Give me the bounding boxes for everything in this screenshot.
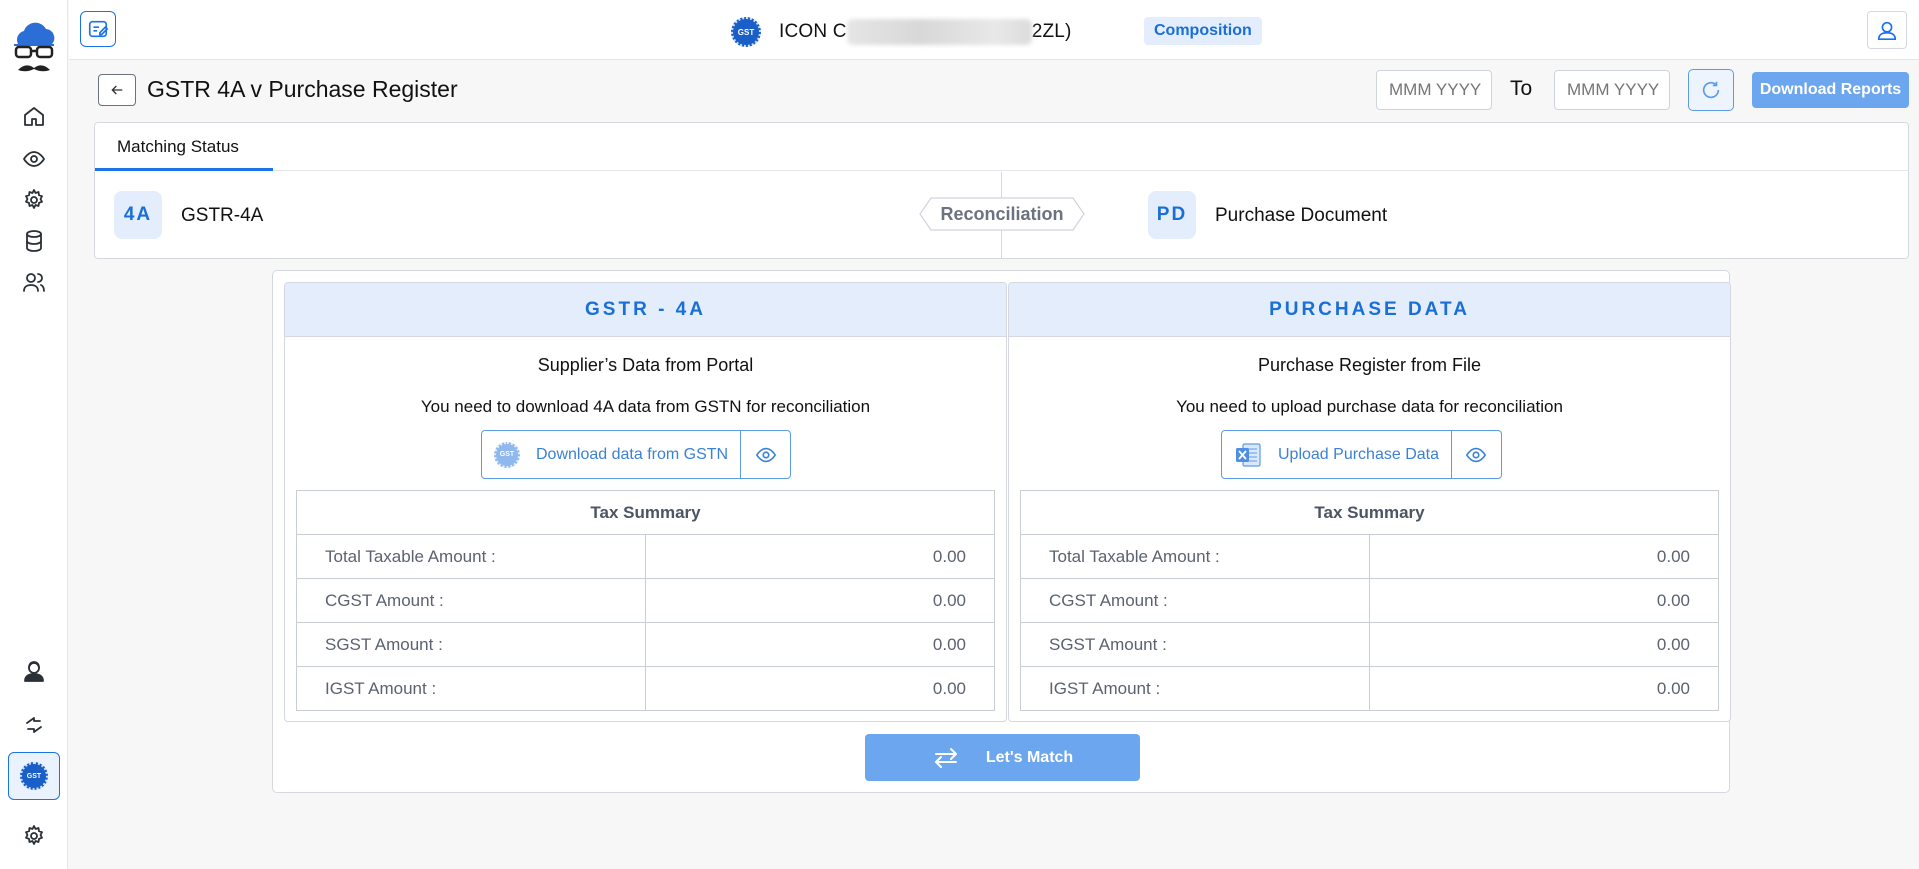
row-value: 0.00 xyxy=(1369,578,1719,623)
reconciliation-badge: Reconciliation xyxy=(919,197,1085,231)
top-header: GST ICON C2ZL) Composition NI xyxy=(69,0,1919,60)
company-name[interactable]: ICON C 2ZL) xyxy=(779,19,1072,45)
gst-badge-small: GST xyxy=(20,762,48,790)
purchase-tax-summary: Tax Summary Total Taxable Amount :0.00 C… xyxy=(1020,490,1719,711)
support-agent-icon[interactable] xyxy=(19,656,49,686)
gstr-4a-chip: 4A xyxy=(114,191,162,239)
row-value: 0.00 xyxy=(645,666,995,711)
row-value: 0.00 xyxy=(1369,622,1719,667)
swap-arrows-icon xyxy=(932,747,960,769)
table-row: CGST Amount :0.00 xyxy=(1020,578,1719,623)
company-name-start: ICON C xyxy=(779,21,847,43)
purchase-document-label: Purchase Document xyxy=(1215,205,1388,226)
purchase-data-description: You need to upload purchase data for rec… xyxy=(1176,397,1563,416)
download-from-gstn-label: Download data from GSTN xyxy=(536,445,729,463)
refresh-icon xyxy=(1702,81,1720,99)
row-value: 0.00 xyxy=(645,534,995,579)
to-label: To xyxy=(1510,77,1533,100)
eye-icon[interactable] xyxy=(19,144,49,174)
table-row: CGST Amount :0.00 xyxy=(296,578,995,623)
reconciliation-label: Reconciliation xyxy=(940,203,1064,224)
gstr-4a-column: GSTR - 4A Supplier’s Data from Portal Yo… xyxy=(284,282,1007,722)
table-row: SGST Amount :0.00 xyxy=(1020,622,1719,667)
row-label: Total Taxable Amount : xyxy=(1020,534,1370,579)
row-value: 0.00 xyxy=(645,622,995,667)
table-row: IGST Amount :0.00 xyxy=(1020,666,1719,711)
gstn-download-group: GST Download data from GSTN xyxy=(481,430,792,479)
sidebar: GST xyxy=(0,0,68,869)
row-value: 0.00 xyxy=(1369,666,1719,711)
company-name-end: 2ZL) xyxy=(1031,21,1072,43)
database-icon[interactable] xyxy=(19,226,49,256)
gstr-4a-heading: GSTR - 4A xyxy=(285,283,1006,337)
gst-logo: GST xyxy=(731,17,761,47)
eye-icon xyxy=(1466,447,1487,462)
view-gstn-data-button[interactable] xyxy=(741,431,790,478)
row-label: SGST Amount : xyxy=(296,622,646,667)
purchase-data-column: PURCHASE DATA Purchase Register from Fil… xyxy=(1008,282,1731,722)
row-value: 0.00 xyxy=(1369,534,1719,579)
arrow-left-icon xyxy=(111,85,123,95)
tax-summary-title: Tax Summary xyxy=(296,490,995,535)
upload-purchase-data-button[interactable]: Upload Purchase Data xyxy=(1222,431,1452,478)
gst-badge-mini: GST xyxy=(494,441,520,468)
redacted-gstin xyxy=(846,19,1032,45)
gstr-4a-description: You need to download 4A data from GSTN f… xyxy=(420,397,871,416)
table-row: IGST Amount :0.00 xyxy=(296,666,995,711)
row-value: 0.00 xyxy=(645,578,995,623)
row-label: SGST Amount : xyxy=(1020,622,1370,667)
users-icon[interactable] xyxy=(19,267,49,297)
purchase-document-chip: PD xyxy=(1148,191,1196,239)
view-purchase-data-button[interactable] xyxy=(1452,431,1501,478)
row-label: Total Taxable Amount : xyxy=(296,534,646,579)
row-label: IGST Amount : xyxy=(296,666,646,711)
eye-icon xyxy=(755,447,776,462)
table-row: Total Taxable Amount :0.00 xyxy=(296,534,995,579)
gear-icon[interactable] xyxy=(19,185,49,215)
lets-match-label: Let's Match xyxy=(985,748,1074,766)
table-row: SGST Amount :0.00 xyxy=(296,622,995,667)
table-row: Total Taxable Amount :0.00 xyxy=(1020,534,1719,579)
purchase-data-heading: PURCHASE DATA xyxy=(1009,283,1730,337)
to-month-input[interactable] xyxy=(1554,70,1670,110)
reconciliation-card: GSTR - 4A Supplier’s Data from Portal Yo… xyxy=(272,270,1731,793)
row-label: CGST Amount : xyxy=(1020,578,1370,623)
settings-icon[interactable] xyxy=(19,821,49,851)
back-button[interactable] xyxy=(98,74,136,106)
tab-divider xyxy=(273,170,1908,171)
purchase-data-subtitle: Purchase Register from File xyxy=(1257,355,1482,375)
sync-icon[interactable] xyxy=(19,710,49,740)
home-icon[interactable] xyxy=(19,102,49,132)
edit-note-icon xyxy=(88,20,109,38)
row-label: IGST Amount : xyxy=(1020,666,1370,711)
upload-purchase-group: Upload Purchase Data xyxy=(1221,430,1502,479)
gstr-4a-tax-summary: Tax Summary Total Taxable Amount :0.00 C… xyxy=(296,490,995,711)
gstr-4a-label: GSTR-4A xyxy=(181,205,264,226)
upload-purchase-data-label: Upload Purchase Data xyxy=(1278,445,1439,463)
gst-icon[interactable]: GST xyxy=(8,752,60,800)
app-logo[interactable] xyxy=(10,18,58,78)
from-month-input[interactable] xyxy=(1376,70,1492,110)
download-reports-button[interactable]: Download Reports xyxy=(1752,72,1909,108)
refresh-button[interactable] xyxy=(1688,69,1734,111)
lets-match-button[interactable]: Let's Match xyxy=(865,734,1140,781)
gst-icon: GST xyxy=(494,441,520,468)
matching-status-panel: Matching Status 4A GSTR-4A Reconciliatio… xyxy=(94,122,1909,259)
gstr-4a-subtitle: Supplier’s Data from Portal xyxy=(537,355,754,375)
page-title: GSTR 4A v Purchase Register xyxy=(147,76,458,102)
composition-tag: Composition xyxy=(1144,17,1262,45)
support-button[interactable] xyxy=(1867,11,1907,49)
edit-note-button[interactable] xyxy=(80,11,116,47)
support-agent-icon xyxy=(1877,21,1897,40)
tax-summary-title: Tax Summary xyxy=(1020,490,1719,535)
download-from-gstn-button[interactable]: GST Download data from GSTN xyxy=(482,431,742,478)
excel-file-icon xyxy=(1234,441,1262,469)
row-label: CGST Amount : xyxy=(296,578,646,623)
tab-matching-status[interactable]: Matching Status xyxy=(95,123,273,171)
